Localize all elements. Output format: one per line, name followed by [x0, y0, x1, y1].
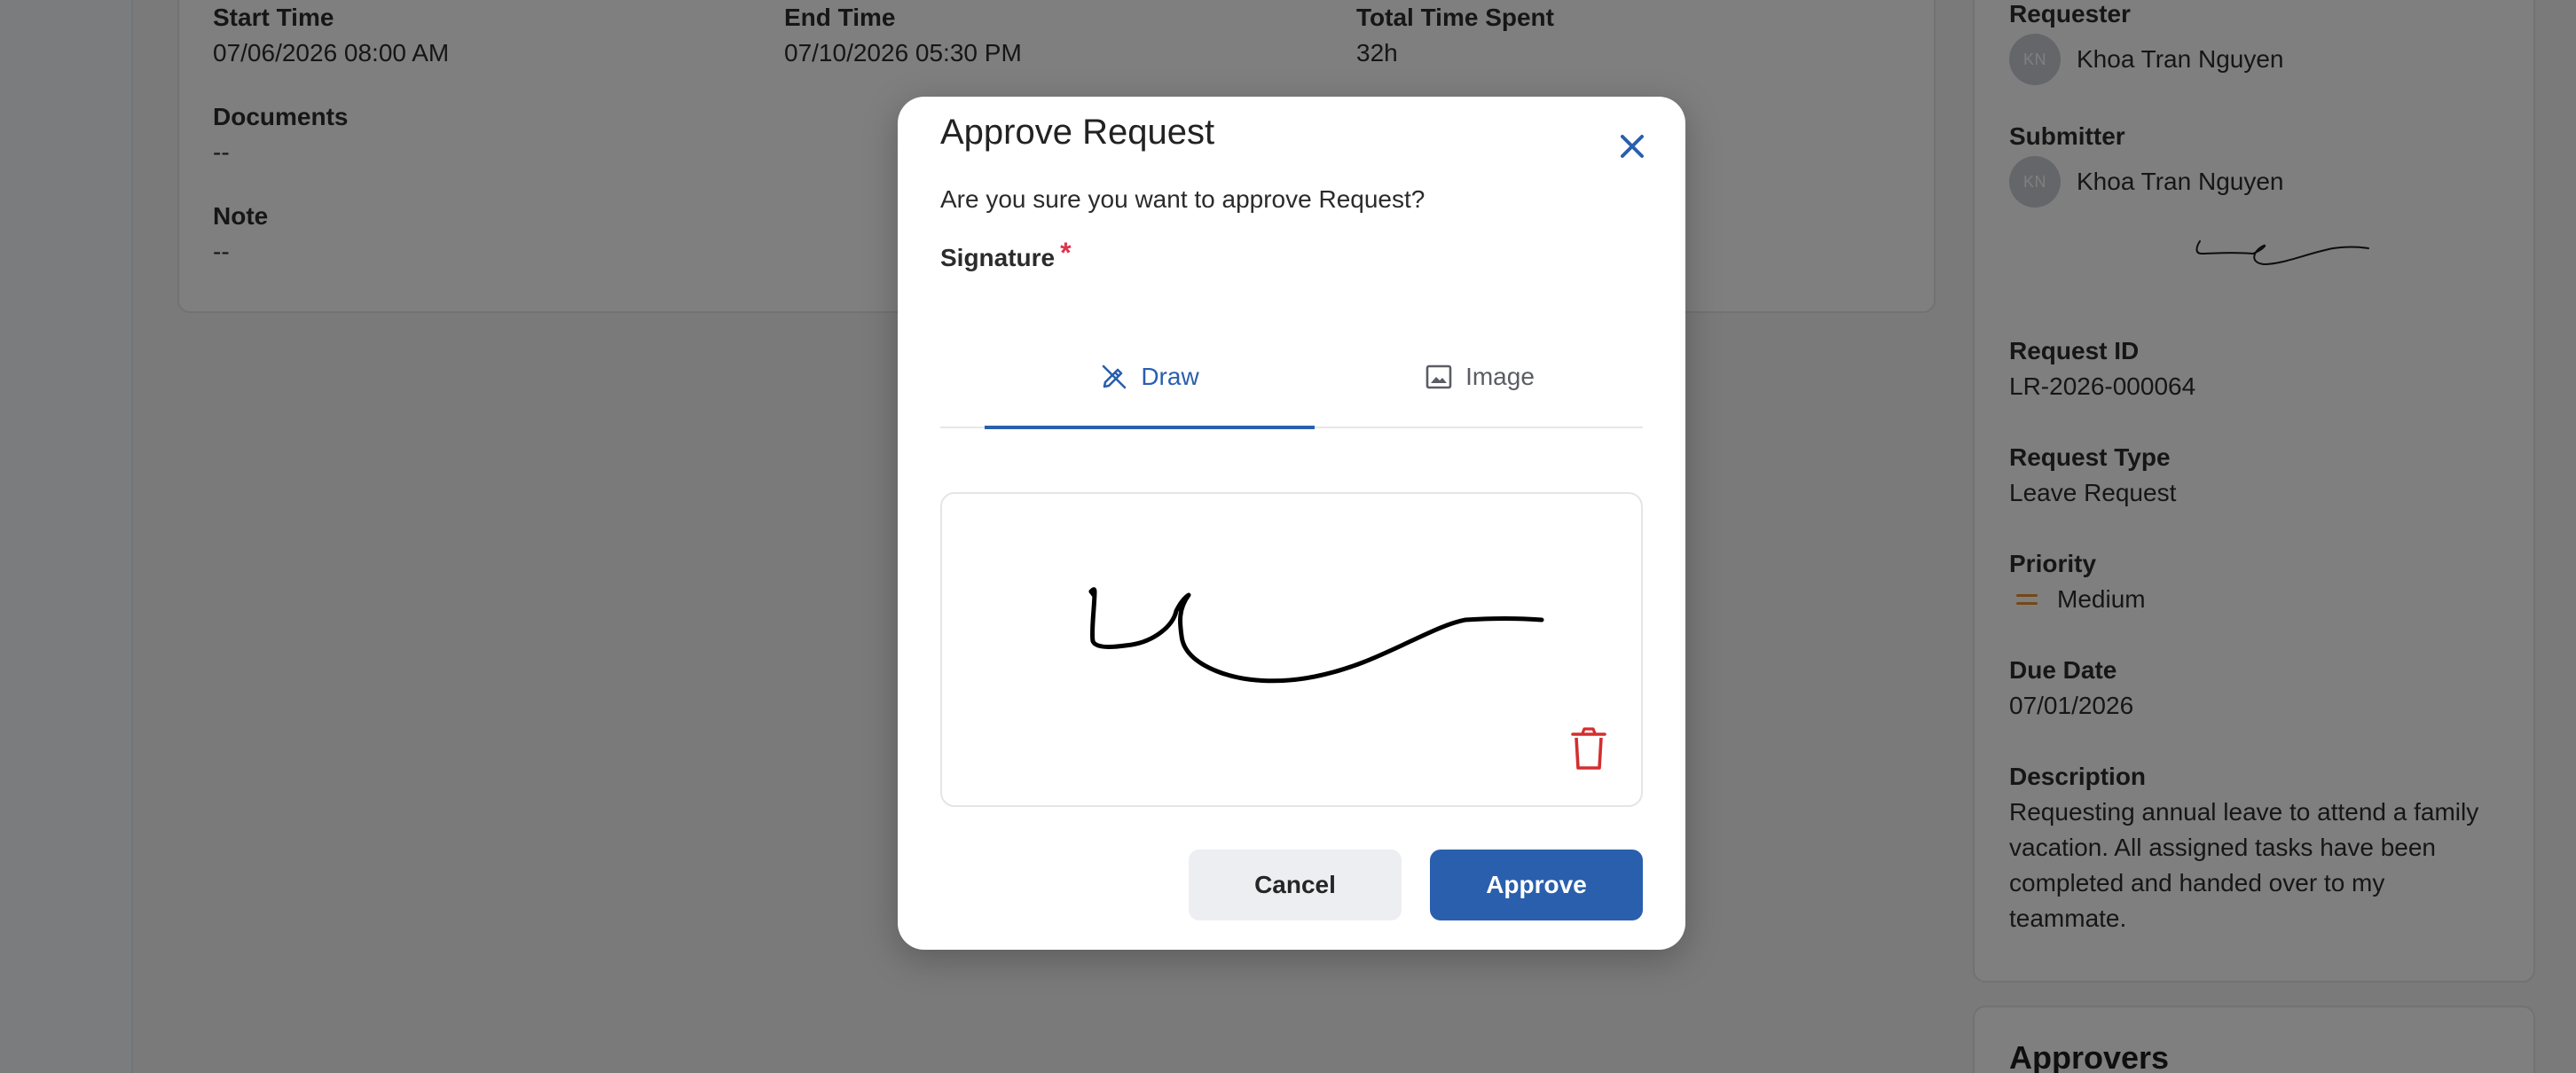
tab-draw-label: Draw — [1141, 363, 1199, 390]
close-button[interactable] — [1614, 129, 1650, 164]
signature-tabs: Draw Image — [940, 325, 1645, 429]
drawn-signature-stroke — [1088, 587, 1544, 684]
tab-image-label: Image — [1465, 363, 1535, 390]
trash-icon — [1571, 727, 1606, 770]
dialog-message: Are you sure you want to approve Request… — [940, 185, 1425, 213]
dialog-title: Approve Request — [940, 113, 1215, 152]
active-tab-indicator — [985, 426, 1315, 429]
cancel-button[interactable]: Cancel — [1189, 850, 1402, 920]
signature-label: Signature * — [940, 237, 1072, 273]
tab-image[interactable]: Image — [1315, 325, 1645, 428]
signature-canvas[interactable] — [940, 492, 1643, 807]
image-icon — [1425, 364, 1452, 389]
clear-signature-button[interactable] — [1567, 726, 1610, 772]
draw-pen-icon — [1103, 364, 1127, 389]
required-marker: * — [1060, 237, 1072, 269]
close-icon — [1621, 135, 1644, 158]
signature-label-text: Signature — [940, 244, 1056, 271]
approve-request-dialog: Approve Request Are you sure you want to… — [898, 97, 1685, 950]
tab-draw[interactable]: Draw — [985, 325, 1315, 428]
approve-button[interactable]: Approve — [1430, 850, 1643, 920]
